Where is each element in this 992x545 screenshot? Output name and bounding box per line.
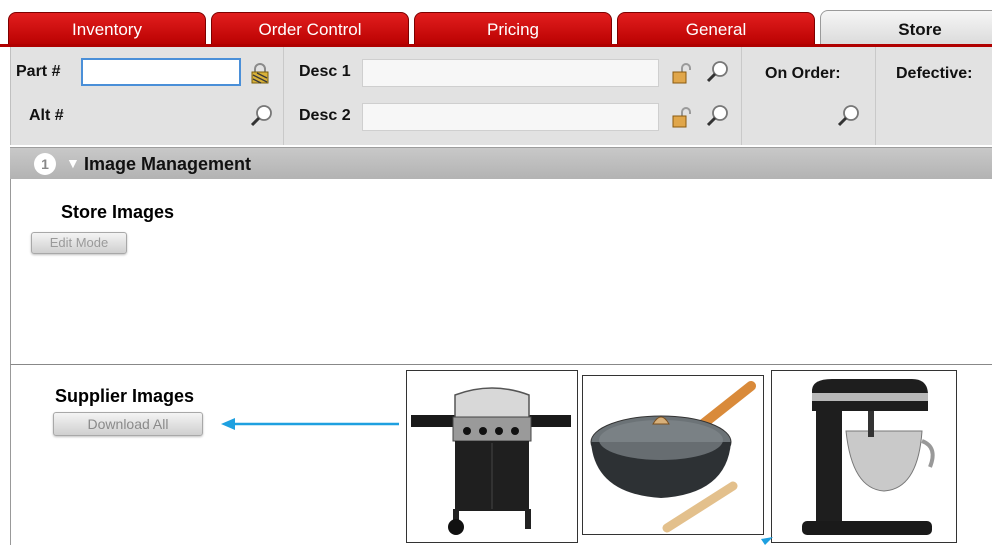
desc2-label: Desc 2 bbox=[299, 107, 351, 124]
lock-icon[interactable] bbox=[248, 61, 272, 85]
edit-mode-button[interactable]: Edit Mode bbox=[31, 232, 127, 254]
tab-order-control[interactable]: Order Control bbox=[211, 12, 409, 46]
supplier-images-title: Supplier Images bbox=[55, 386, 195, 406]
section-title: Image Management bbox=[84, 154, 252, 174]
stand-mixer-image bbox=[802, 379, 935, 535]
desc1-input[interactable] bbox=[362, 59, 659, 87]
wok-image bbox=[590, 381, 756, 533]
part-number-label: Part # bbox=[16, 63, 61, 80]
supplier-image-wok[interactable] bbox=[582, 375, 764, 535]
store-images-panel: Store Images Edit Mode bbox=[10, 179, 992, 365]
arrow-left-icon bbox=[221, 418, 399, 430]
part-number-input[interactable] bbox=[81, 58, 241, 86]
search-icon[interactable] bbox=[837, 104, 861, 128]
desc1-label: Desc 1 bbox=[299, 63, 351, 80]
supplier-image-grill[interactable] bbox=[406, 370, 578, 543]
supplier-images-panel: Supplier Images Download All bbox=[10, 365, 992, 545]
search-icon[interactable] bbox=[706, 60, 730, 84]
image-management-section-header[interactable]: 1 ▼ Image Management bbox=[10, 147, 992, 179]
on-order-label: On Order: bbox=[765, 65, 841, 82]
download-all-button[interactable]: Download All bbox=[53, 412, 203, 436]
defective-label: Defective: bbox=[896, 65, 973, 82]
unlock-icon[interactable] bbox=[670, 105, 694, 129]
arrow-right-icon bbox=[761, 537, 773, 545]
search-icon[interactable] bbox=[250, 104, 274, 128]
item-header: Part # Alt # Desc 1 Desc 2 On Order: Def… bbox=[10, 47, 992, 145]
tab-inventory[interactable]: Inventory bbox=[8, 12, 206, 46]
unlock-icon[interactable] bbox=[670, 61, 694, 85]
collapse-arrow-icon[interactable]: ▼ bbox=[66, 155, 80, 171]
supplier-image-mixer[interactable] bbox=[771, 370, 957, 543]
alt-number-label: Alt # bbox=[29, 107, 64, 124]
search-icon[interactable] bbox=[706, 104, 730, 128]
tab-bar: Inventory Order Control Pricing General … bbox=[0, 0, 992, 47]
gas-grill-image bbox=[411, 387, 571, 535]
tab-store[interactable]: Store bbox=[820, 10, 992, 47]
tab-general[interactable]: General bbox=[617, 12, 815, 46]
store-images-title: Store Images bbox=[61, 202, 175, 222]
section-number-badge: 1 bbox=[34, 153, 56, 175]
tab-pricing[interactable]: Pricing bbox=[414, 12, 612, 46]
desc2-input[interactable] bbox=[362, 103, 659, 131]
